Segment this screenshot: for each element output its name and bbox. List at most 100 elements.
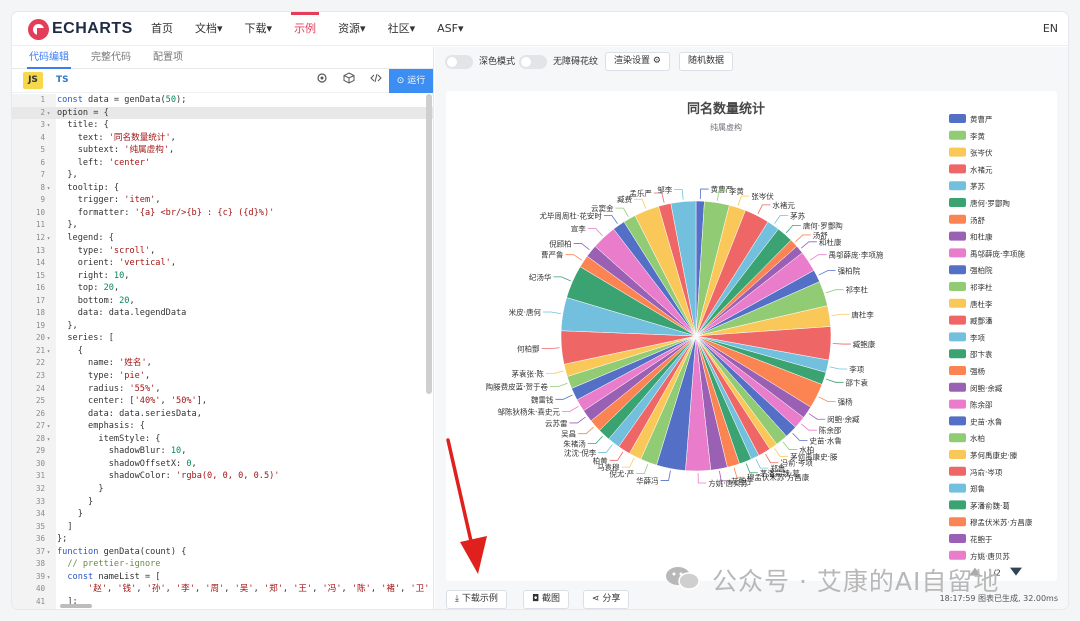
legend-label[interactable]: 水褚元	[970, 164, 993, 174]
code-line[interactable]: 18 data: data.legendData	[12, 307, 434, 320]
code-line[interactable]: 14 orient: 'vertical',	[12, 257, 434, 270]
legend-label[interactable]: 史苗·水鲁	[970, 416, 1002, 426]
legend-label[interactable]: 邵卞袁	[970, 349, 993, 359]
legend-swatch[interactable]	[949, 231, 966, 241]
legend-swatch[interactable]	[949, 399, 966, 409]
legend-label[interactable]: 郑鲁	[970, 484, 985, 494]
legend-label[interactable]: 闵鲍·余臧	[970, 383, 1003, 393]
legend-label[interactable]: 茅潘俞魏·葛	[970, 500, 1010, 510]
legend-label[interactable]: 茅苏	[970, 181, 985, 191]
random-data-button[interactable]: 随机数据	[679, 52, 734, 71]
legend-swatch[interactable]	[949, 366, 966, 375]
legend-swatch[interactable]	[949, 248, 966, 258]
legend-swatch[interactable]	[949, 265, 966, 275]
legend-swatch[interactable]	[949, 315, 966, 325]
legend-swatch[interactable]	[949, 114, 966, 123]
code-line[interactable]: 9 trigger: 'item',	[12, 194, 434, 207]
code-line[interactable]: 25 center: ['40%', '50%'],	[12, 395, 434, 408]
code-line[interactable]: 32 }	[12, 483, 434, 496]
code-line[interactable]: 8 ▾ tooltip: {	[12, 182, 434, 195]
legend-label[interactable]: 黄曹严	[970, 114, 993, 124]
code-view-icon[interactable]	[369, 72, 383, 89]
legend-swatch[interactable]	[949, 534, 966, 543]
code-line[interactable]: 34 }	[12, 508, 434, 521]
dark-mode-toggle[interactable]	[445, 55, 473, 69]
legend-swatch[interactable]	[949, 483, 966, 493]
legend-label[interactable]: 张岑伏	[970, 148, 993, 158]
legend-swatch[interactable]	[949, 298, 966, 308]
code-line[interactable]: 23 type: 'pie',	[12, 370, 434, 383]
code-line[interactable]: 36};	[12, 533, 434, 546]
code-line[interactable]: 37 ▾ function genData(count) {	[12, 546, 434, 559]
screenshot-button[interactable]: ◘ 截图	[523, 590, 569, 609]
nav-item[interactable]: 文档▾	[184, 12, 234, 46]
legend-swatch[interactable]	[949, 349, 966, 359]
chart-canvas[interactable]: 同名数量统计 纯属虚构 黄曹严 李黄 张岑伏 水褚元 茅苏 唐何·罗酆陶 汤舒 和杜康 禹邬薛庞…	[446, 91, 1057, 581]
legend-swatch[interactable]	[949, 416, 966, 426]
code-line[interactable]: 4 text: '同名数量统计',	[12, 132, 434, 145]
code-line[interactable]: 29 shadowBlur: 10,	[12, 445, 434, 458]
legend-swatch[interactable]	[949, 433, 966, 443]
code-line[interactable]: 16 top: 20,	[12, 282, 434, 295]
code-line[interactable]: 1 const data = genData(50);	[12, 94, 434, 107]
code-line[interactable]: 38 // prettier-ignore	[12, 558, 434, 571]
legend-label[interactable]: 臧酆潘	[970, 316, 993, 326]
legend-label[interactable]: 祁李杜	[970, 282, 993, 292]
code-line[interactable]: 11 },	[12, 219, 434, 232]
a11y-pattern-toggle[interactable]	[519, 55, 547, 69]
code-area[interactable]: 1 const data = genData(50); 2 ▾ option = {3 ▾…	[12, 94, 434, 609]
nav-item[interactable]: ASF▾	[426, 12, 474, 46]
echarts-logo[interactable]: ECHARTS	[28, 18, 133, 40]
legend-swatch[interactable]	[949, 466, 966, 476]
code-line[interactable]: 12 ▾ legend: {	[12, 232, 434, 245]
nav-item[interactable]: 首页	[140, 12, 184, 46]
legend-label[interactable]: 冯俞·岑项	[970, 467, 1003, 477]
legend-swatch[interactable]	[949, 382, 966, 392]
legend-swatch[interactable]	[949, 550, 966, 560]
render-settings-button[interactable]: 渲染设置 ⚙	[605, 52, 670, 71]
legend-label[interactable]: 唐何·罗酆陶	[970, 198, 1010, 208]
legend-swatch[interactable]	[949, 130, 966, 140]
language-switch[interactable]: EN	[1043, 12, 1058, 46]
legend-label[interactable]: 李项	[970, 332, 985, 342]
code-line[interactable]: 17 bottom: 20,	[12, 295, 434, 308]
code-line[interactable]: 6 left: 'center'	[12, 157, 434, 170]
code-line[interactable]: 30 shadowOffsetX: 0,	[12, 458, 434, 471]
code-line[interactable]: 33 }	[12, 496, 434, 509]
code-line[interactable]: 2 ▾ option = {	[12, 106, 434, 120]
code-line[interactable]: 22 name: '姓名',	[12, 357, 434, 370]
format-code-icon[interactable]	[315, 72, 329, 89]
legend-swatch[interactable]	[949, 214, 966, 224]
legend-label[interactable]: 强柏院	[970, 265, 993, 275]
tab-full-code[interactable]: 完整代码	[80, 47, 142, 68]
legend-swatch[interactable]	[949, 332, 966, 342]
code-line[interactable]: 28 ▾ itemStyle: {	[12, 433, 434, 446]
legend-label[interactable]: 李黄	[970, 131, 985, 141]
download-example-button[interactable]: ⤓ 下载示例	[446, 590, 507, 609]
code-line[interactable]: 27 ▾ emphasis: {	[12, 420, 434, 433]
legend-label[interactable]: 方姚·唐贝苏	[970, 551, 1010, 561]
legend-label[interactable]: 强杨	[970, 366, 985, 376]
lang-ts-toggle[interactable]: TS	[56, 72, 69, 89]
code-line[interactable]: 20 ▾ series: [	[12, 332, 434, 345]
code-line[interactable]: 21 ▾ {	[12, 345, 434, 358]
code-line[interactable]: 15 right: 10,	[12, 270, 434, 283]
code-line[interactable]: 40 '赵', '钱', '孙', '李', '周', '吴', '郑', '王…	[12, 583, 434, 596]
code-line[interactable]: 31 shadowColor: 'rgba(0, 0, 0, 0.5)'	[12, 470, 434, 483]
legend-swatch[interactable]	[949, 181, 966, 191]
share-button[interactable]: ⋖ 分享	[583, 590, 630, 609]
nav-item[interactable]: 示例	[283, 12, 327, 46]
legend-swatch[interactable]	[949, 500, 966, 510]
code-line[interactable]: 7 },	[12, 169, 434, 182]
code-line[interactable]: 5 subtext: '纯属虚构',	[12, 144, 434, 157]
nav-item[interactable]: 社区▾	[377, 12, 427, 46]
legend-label[interactable]: 汤舒	[970, 215, 985, 225]
pie-chart[interactable]: 同名数量统计 纯属虚构 黄曹严李黄张岑伏水褚元茅苏唐何·罗酆陶汤舒和杜康禹邬薛庞…	[446, 91, 1057, 581]
code-line[interactable]: 3 ▾ title: {	[12, 119, 434, 132]
box-icon[interactable]	[342, 72, 356, 89]
code-line[interactable]: 10 formatter: '{a} <br/>{b} : {c} ({d}%)…	[12, 207, 434, 220]
legend-next-icon[interactable]	[1010, 567, 1022, 576]
legend-swatch[interactable]	[949, 517, 966, 527]
legend-label[interactable]: 花鲍于	[970, 534, 993, 544]
lang-js-toggle[interactable]: JS	[23, 72, 43, 89]
